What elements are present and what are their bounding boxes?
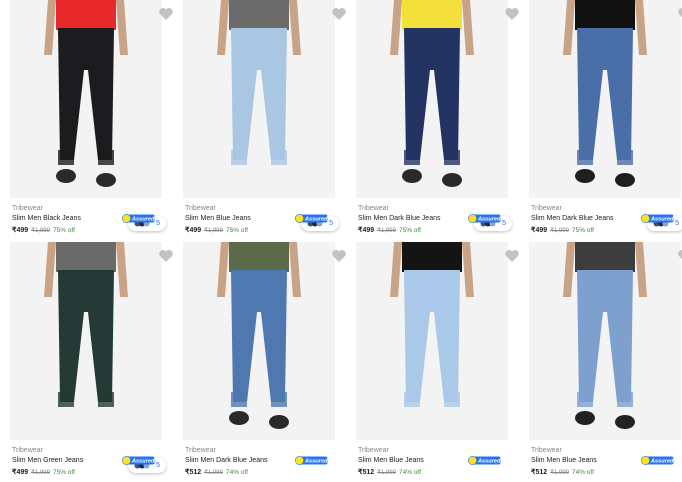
selling-price: ₹499 (358, 227, 375, 234)
wishlist-heart-icon[interactable] (331, 7, 347, 21)
product-card[interactable]: 5 Tribewear Slim Men Dark Blue Jeans Ass… (356, 0, 520, 240)
original-price: ₹1,999 (377, 470, 396, 476)
selling-price: ₹512 (358, 469, 375, 476)
product-title[interactable]: Slim Men Blue Jeans (531, 457, 597, 464)
original-price: ₹1,999 (204, 228, 223, 234)
product-card[interactable]: Tribewear Slim Men Blue Jeans Assured ₹5… (356, 242, 520, 482)
assured-label: Assured (304, 459, 328, 465)
price-row: ₹499 ₹1,999 75% off (12, 468, 75, 476)
swatch-count: 5 (156, 220, 160, 227)
original-price: ₹1,999 (31, 470, 50, 476)
product-card[interactable]: 5 Tribewear Slim Men Dark Blue Jeans Ass… (529, 0, 682, 240)
product-image[interactable] (356, 242, 508, 440)
selling-price: ₹499 (12, 227, 29, 234)
discount-percent: 74% off (571, 469, 594, 476)
product-image[interactable] (183, 242, 335, 440)
assured-label: Assured (650, 217, 674, 223)
original-price: ₹1,999 (377, 228, 396, 234)
assured-badge: Assured (122, 214, 155, 223)
assured-badge: Assured (468, 214, 501, 223)
selling-price: ₹512 (531, 469, 548, 476)
product-brand: Tribewear (12, 447, 43, 454)
product-title[interactable]: Slim Men Blue Jeans (185, 215, 251, 222)
assured-label: Assured (304, 217, 328, 223)
product-card[interactable]: Tribewear Slim Men Dark Blue Jeans Assur… (183, 242, 347, 482)
wishlist-heart-icon[interactable] (504, 7, 520, 21)
price-row: ₹499 ₹1,999 75% off (531, 226, 594, 234)
product-brand: Tribewear (12, 205, 43, 212)
product-brand: Tribewear (358, 205, 389, 212)
assured-label: Assured (131, 217, 155, 223)
discount-percent: 75% off (52, 469, 75, 476)
swatch-count: 5 (156, 462, 160, 469)
product-title[interactable]: Slim Men Dark Blue Jeans (358, 215, 440, 222)
product-title[interactable]: Slim Men Dark Blue Jeans (185, 457, 267, 464)
assured-badge: Assured (468, 456, 501, 465)
assured-label: Assured (477, 459, 501, 465)
product-grid: 5 Tribewear Slim Men Black Jeans Assured… (0, 0, 682, 477)
wishlist-heart-icon[interactable] (504, 249, 520, 263)
swatch-count: 5 (502, 220, 506, 227)
original-price: ₹1,999 (31, 228, 50, 234)
wishlist-heart-icon[interactable] (158, 249, 174, 263)
discount-percent: 74% off (398, 469, 421, 476)
product-image[interactable] (183, 0, 335, 198)
wishlist-heart-icon[interactable] (677, 249, 682, 263)
product-brand: Tribewear (185, 205, 216, 212)
product-brand: Tribewear (531, 205, 562, 212)
assured-label: Assured (477, 217, 501, 223)
selling-price: ₹499 (12, 469, 29, 476)
selling-price: ₹512 (185, 469, 202, 476)
product-card[interactable]: Tribewear Slim Men Blue Jeans Assured ₹5… (529, 242, 682, 482)
product-brand: Tribewear (531, 447, 562, 454)
swatch-count: 5 (329, 220, 333, 227)
selling-price: ₹499 (185, 227, 202, 234)
discount-percent: 75% off (225, 227, 248, 234)
product-image[interactable] (356, 0, 508, 198)
price-row: ₹499 ₹1,999 75% off (358, 226, 421, 234)
wishlist-heart-icon[interactable] (158, 7, 174, 21)
discount-percent: 75% off (52, 227, 75, 234)
swatch-count: 5 (675, 220, 679, 227)
product-title[interactable]: Slim Men Blue Jeans (358, 457, 424, 464)
assured-badge: Assured (295, 456, 328, 465)
product-image[interactable] (10, 0, 162, 198)
product-brand: Tribewear (358, 447, 389, 454)
product-image[interactable] (529, 0, 681, 198)
product-image[interactable] (10, 242, 162, 440)
price-row: ₹499 ₹1,999 75% off (12, 226, 75, 234)
assured-badge: Assured (295, 214, 328, 223)
product-title[interactable]: Slim Men Black Jeans (12, 215, 81, 222)
product-title[interactable]: Slim Men Dark Blue Jeans (531, 215, 613, 222)
product-card[interactable]: 5 Tribewear Slim Men Blue Jeans Assured … (183, 0, 347, 240)
assured-badge: Assured (641, 214, 674, 223)
price-row: ₹499 ₹1,999 75% off (185, 226, 248, 234)
assured-badge: Assured (122, 456, 155, 465)
price-row: ₹512 ₹1,999 74% off (185, 468, 248, 476)
original-price: ₹1,999 (204, 470, 223, 476)
assured-label: Assured (131, 459, 155, 465)
discount-percent: 75% off (398, 227, 421, 234)
discount-percent: 74% off (225, 469, 248, 476)
price-row: ₹512 ₹1,999 74% off (531, 468, 594, 476)
discount-percent: 75% off (571, 227, 594, 234)
product-card[interactable]: 5 Tribewear Slim Men Green Jeans Assured… (10, 242, 174, 482)
product-brand: Tribewear (185, 447, 216, 454)
wishlist-heart-icon[interactable] (331, 249, 347, 263)
original-price: ₹1,999 (550, 228, 569, 234)
product-card[interactable]: 5 Tribewear Slim Men Black Jeans Assured… (10, 0, 174, 240)
assured-badge: Assured (641, 456, 674, 465)
assured-label: Assured (650, 459, 674, 465)
product-title[interactable]: Slim Men Green Jeans (12, 457, 83, 464)
wishlist-heart-icon[interactable] (677, 7, 682, 21)
original-price: ₹1,999 (550, 470, 569, 476)
selling-price: ₹499 (531, 227, 548, 234)
price-row: ₹512 ₹1,999 74% off (358, 468, 421, 476)
product-image[interactable] (529, 242, 681, 440)
